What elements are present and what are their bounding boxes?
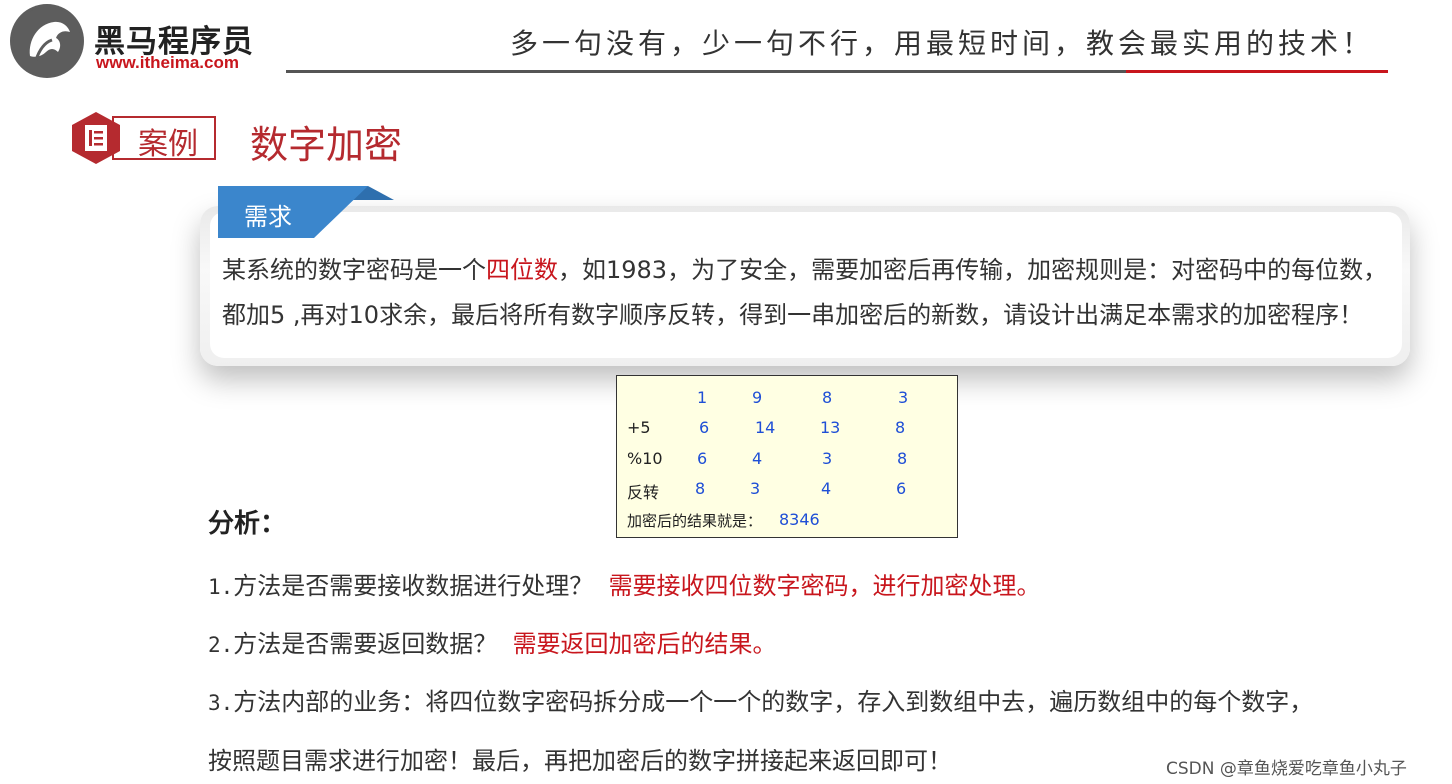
example-table: 1 9 8 3 +5 6 14 13 8 %10 6 4 3 8 反转 8 3 … [616, 375, 958, 538]
case-label: 案例 [138, 127, 198, 162]
table-cell: 3 [750, 479, 761, 498]
slogan: 多一句没有，少一句不行，用最短时间，教会最实用的技术！ [510, 27, 1375, 60]
table-cell: 3 [898, 388, 909, 407]
step-answer: 需要接收四位数字密码，进行加密处理。 [608, 572, 1041, 600]
step-number: 2. [208, 633, 234, 657]
logo-url[interactable]: www.itheima.com [96, 53, 239, 73]
step-answer: 需要返回加密后的结果。 [512, 630, 777, 658]
analysis-step-3: 3.方法内部的业务：将四位数字密码拆分成一个一个的数字，存入到数组中去，遍历数组… [208, 682, 1313, 717]
analysis-title: 分析： [208, 509, 287, 539]
step-question: 方法是否需要返回数据？ [233, 630, 498, 658]
table-row-label: %10 [627, 449, 663, 468]
table-cell: 6 [896, 479, 907, 498]
table-cell: 6 [697, 449, 708, 468]
analysis-step-3-continued: 按照题目需求进行加密！最后，再把加密后的数字拼接起来返回即可！ [208, 747, 952, 775]
step-number: 3. [208, 691, 234, 715]
table-cell: 8 [822, 388, 833, 407]
step-question: 方法是否需要接收数据进行处理？ [233, 572, 594, 600]
requirement-highlight: 四位数 [486, 256, 558, 284]
table-cell: 1 [697, 388, 708, 407]
page-title: 数字加密 [250, 123, 403, 167]
itheima-logo: 黑马程序员 www.itheima.com [10, 4, 272, 78]
horse-logo-icon [10, 4, 84, 78]
analysis-step-2: 2.方法是否需要返回数据？ 需要返回加密后的结果。 [208, 624, 777, 659]
table-cell: 9 [752, 388, 763, 407]
table-cell: 4 [752, 449, 763, 468]
table-cell: 8 [895, 418, 906, 437]
header-divider [286, 70, 1126, 73]
result-value: 8346 [779, 510, 820, 529]
header-divider-accent [1126, 70, 1388, 73]
requirement-text: ，如1983，为了安全，需要加密后再传输，加密规则是：对密码中的每位数， [558, 256, 1388, 284]
table-cell: 14 [755, 418, 776, 437]
result-label: 加密后的结果就是： [627, 512, 763, 530]
requirement-text-line2: 都加5 ,再对10求余，最后将所有数字顺序反转，得到一串加密后的新数，请设计出满… [222, 301, 1364, 329]
requirement-text: 某系统的数字密码是一个 [222, 256, 486, 284]
table-cell: 8 [897, 449, 908, 468]
table-cell: 3 [822, 449, 833, 468]
requirement-text-line1: 某系统的数字密码是一个四位数，如1983，为了安全，需要加密后再传输，加密规则是… [222, 250, 1387, 285]
table-cell: 13 [820, 418, 841, 437]
table-row-label: 反转 [627, 483, 660, 502]
step-number: 1. [208, 575, 234, 599]
analysis-step-1: 1.方法是否需要接收数据进行处理？ 需要接收四位数字密码，进行加密处理。 [208, 566, 1041, 601]
document-icon [72, 112, 120, 164]
requirement-tab-label: 需求 [244, 203, 292, 231]
csdn-watermark: CSDN @章鱼烧爱吃章鱼小丸子 [1166, 754, 1407, 779]
table-cell: 4 [821, 479, 832, 498]
step-question: 方法内部的业务：将四位数字密码拆分成一个一个的数字，存入到数组中去，遍历数组中的… [233, 688, 1314, 716]
table-cell: 6 [699, 418, 710, 437]
table-row-label: +5 [627, 418, 651, 437]
table-cell: 8 [695, 479, 706, 498]
